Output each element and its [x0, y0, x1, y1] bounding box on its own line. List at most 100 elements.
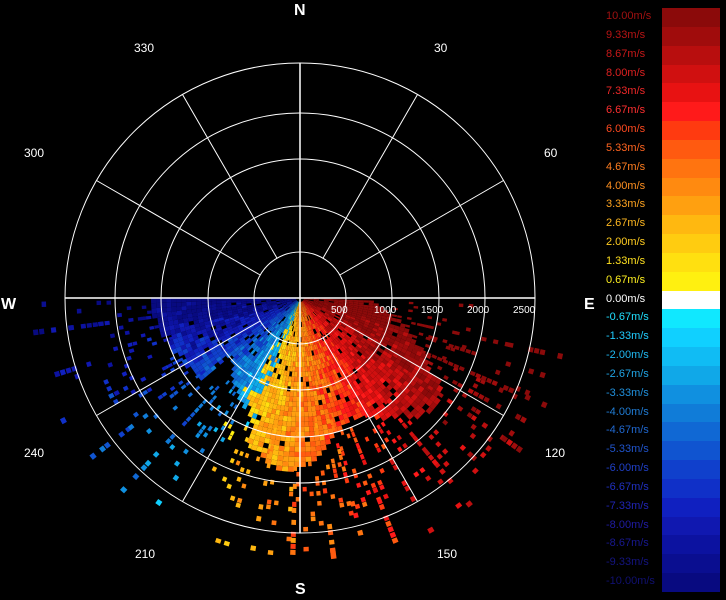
echo-cell [86, 361, 92, 368]
echo-cell [318, 425, 324, 431]
echo-cell [467, 388, 474, 395]
legend-label: -10.00m/s [606, 575, 655, 588]
echo-cell [216, 303, 222, 307]
echo-cell [396, 318, 402, 324]
echo-cell [226, 483, 232, 490]
echo-cell [391, 317, 397, 322]
echo-cell [310, 446, 317, 452]
echo-cell [277, 455, 284, 462]
echo-cell [290, 431, 296, 437]
echo-cell [117, 313, 122, 318]
echo-cell [304, 421, 309, 427]
echo-cell [408, 301, 414, 305]
echo-cell [287, 466, 295, 472]
echo-cell [495, 403, 502, 410]
echo-cell [239, 467, 245, 473]
echo-cell [226, 300, 232, 304]
legend-swatch [662, 347, 720, 367]
echo-cell [89, 452, 97, 460]
legend-swatch [662, 83, 720, 103]
echo-cell [121, 371, 128, 377]
legend-swatch [662, 177, 720, 197]
legend-label: -4.00m/s [606, 405, 649, 418]
echo-cell [151, 341, 158, 346]
echo-cell [320, 439, 326, 446]
echo-cell [316, 415, 322, 421]
echo-cell [267, 550, 274, 556]
echo-cell [171, 306, 177, 312]
echo-cell [361, 501, 368, 508]
echo-cell [447, 361, 454, 367]
echo-cell [311, 456, 318, 462]
echo-cell [181, 306, 187, 311]
legend-swatch [662, 234, 720, 254]
echo-cell [245, 469, 251, 475]
legend-swatch [662, 365, 720, 386]
echo-cell [282, 415, 288, 422]
echo-cell [305, 376, 309, 382]
echo-cell [76, 308, 82, 314]
echo-cell [451, 330, 458, 335]
echo-cell [284, 441, 290, 447]
echo-cell [68, 325, 75, 331]
echo-cell [406, 316, 412, 320]
echo-cell [361, 459, 368, 466]
radar-plot: 500 1000 1500 2000 2500 [32, 62, 564, 560]
echo-cell [378, 428, 384, 435]
echo-cell [126, 306, 132, 311]
echo-cell [437, 365, 443, 371]
echo-cell [310, 451, 317, 457]
echo-cell [180, 384, 187, 390]
echo-cell [351, 431, 356, 438]
echo-cell [528, 368, 535, 375]
echo-cell [479, 451, 487, 459]
range-label-2500: 2500 [513, 305, 536, 316]
legend-label: -3.33m/s [606, 386, 649, 399]
echo-cell [306, 396, 311, 402]
echo-cell [325, 464, 331, 470]
echo-cell [353, 299, 359, 303]
echo-cell [202, 432, 209, 438]
echo-cell [196, 308, 202, 313]
legend-swatch [662, 573, 720, 593]
echo-cell [300, 451, 306, 457]
echo-cell [365, 489, 372, 496]
echo-cell [201, 304, 207, 309]
echo-cell [271, 520, 277, 526]
echo-cell [221, 300, 227, 304]
echo-cell [140, 316, 146, 321]
azimuth-label-120: 120 [545, 446, 566, 460]
legend-swatch [662, 8, 720, 28]
echo-cell [330, 553, 337, 560]
echo-cell [193, 407, 200, 414]
echo-cell [106, 300, 112, 305]
echo-cell [348, 510, 355, 516]
echo-cell [303, 546, 309, 552]
echo-cell [302, 356, 305, 362]
echo-cell [201, 307, 207, 312]
echo-cell [201, 301, 207, 305]
echo-cell [380, 421, 386, 427]
echo-cell [540, 401, 548, 409]
echo-cell [107, 362, 113, 368]
echo-cell [376, 424, 382, 430]
echo-cell [146, 428, 153, 435]
echo-cell [424, 343, 431, 349]
echo-cell [332, 468, 338, 474]
echo-cell [557, 352, 564, 360]
echo-cell [338, 497, 344, 503]
echo-cell [343, 460, 348, 466]
echo-cell [220, 436, 226, 443]
echo-cell [327, 523, 333, 530]
echo-cell [290, 549, 296, 555]
echo-cell [397, 315, 402, 319]
legend-swatch [662, 516, 720, 536]
echo-cell [132, 411, 139, 418]
echo-cell [282, 461, 289, 467]
echo-cell [198, 403, 204, 409]
echo-cell [226, 302, 232, 306]
echo-cell [289, 391, 294, 397]
legend-swatch [662, 26, 720, 47]
legend-swatch [662, 460, 720, 480]
echo-cell [288, 451, 295, 457]
